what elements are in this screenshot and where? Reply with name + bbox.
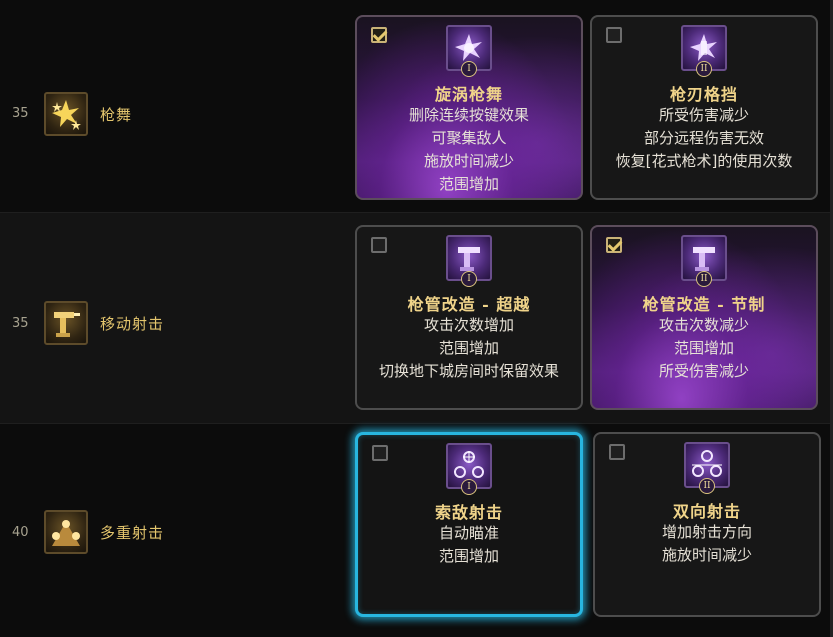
talent-card-seek-shot[interactable]: I 索敌射击 自动瞄准 范围增加: [355, 432, 583, 617]
tier-badge: I: [461, 61, 477, 77]
talent-title: 枪管改造 - 节制: [642, 295, 766, 314]
talent-desc-line: 恢复[花式枪术]的使用次数: [615, 152, 793, 170]
talent-card-gunblade-block[interactable]: II 枪刃格挡 所受伤害减少 部分远程伤害无效 恢复[花式枪术]的使用次数: [590, 15, 818, 200]
talent-description: 增加射击方向 施放时间减少: [601, 521, 813, 567]
talent-description: 攻击次数减少 范围增加 所受伤害减少: [598, 314, 810, 383]
talent-description: 所受伤害减少 部分远程伤害无效 恢复[花式枪术]的使用次数: [598, 104, 810, 173]
row-divider: [0, 423, 833, 424]
talent-desc-line: 范围增加: [438, 547, 499, 565]
talent-title: 枪刃格挡: [669, 85, 738, 104]
tier-badge: I: [461, 479, 477, 495]
seek-shot-icon: I: [446, 443, 492, 495]
tier-badge: II: [696, 61, 712, 77]
talent-desc-line: 范围增加: [673, 339, 734, 357]
talent-title: 旋涡枪舞: [434, 85, 503, 104]
talent-desc-line: 增加射击方向: [661, 523, 752, 541]
multi-shot-icon: [44, 510, 88, 554]
talent-card-whirlwind-gun-dance[interactable]: I 旋涡枪舞 删除连续按键效果 可聚集敌人 施放时间减少 范围增加: [355, 15, 583, 200]
talent-desc-line: 施放时间减少: [423, 152, 514, 170]
skill-level: 35: [12, 106, 29, 121]
skill-name: 移动射击: [100, 315, 165, 333]
talent-desc-line: 范围增加: [438, 339, 499, 357]
barrel-mod-restraint-icon: II: [681, 235, 727, 287]
tier-badge: II: [699, 478, 715, 494]
talent-checkbox[interactable]: [606, 27, 622, 43]
skill-level: 35: [12, 316, 29, 331]
talent-desc-line: 可聚集敌人: [431, 129, 507, 147]
tier-badge: I: [461, 271, 477, 287]
talent-desc-line: 攻击次数减少: [658, 316, 749, 334]
talent-title: 枪管改造 - 超越: [407, 295, 531, 314]
talent-card-bidirectional-shot[interactable]: II 双向射击 增加射击方向 施放时间减少: [593, 432, 821, 617]
bidirectional-shot-icon: II: [684, 442, 730, 494]
talent-desc-line: 攻击次数增加: [423, 316, 514, 334]
barrel-mod-surpass-icon: I: [446, 235, 492, 287]
talent-description: 攻击次数增加 范围增加 切换地下城房间时保留效果: [363, 314, 575, 383]
talent-desc-line: 删除连续按键效果: [408, 106, 529, 124]
gun-dance-icon: [44, 92, 88, 136]
tier-badge: II: [696, 271, 712, 287]
gunblade-block-icon: II: [681, 25, 727, 77]
talent-checkbox[interactable]: [371, 237, 387, 253]
talent-desc-line: 部分远程伤害无效: [643, 129, 764, 147]
talent-card-barrel-mod-restraint[interactable]: II 枪管改造 - 节制 攻击次数减少 范围增加 所受伤害减少: [590, 225, 818, 410]
talent-description: 删除连续按键效果 可聚集敌人 施放时间减少 范围增加: [363, 104, 575, 196]
talent-checkbox[interactable]: [371, 27, 387, 43]
moving-shot-icon: [44, 301, 88, 345]
talent-checkbox[interactable]: [609, 444, 625, 460]
row-divider: [0, 212, 833, 213]
talent-title: 双向射击: [672, 502, 741, 521]
talent-checkbox[interactable]: [606, 237, 622, 253]
talent-desc-line: 自动瞄准: [438, 524, 499, 542]
talent-desc-line: 所受伤害减少: [658, 362, 749, 380]
talent-card-barrel-mod-surpass[interactable]: I 枪管改造 - 超越 攻击次数增加 范围增加 切换地下城房间时保留效果: [355, 225, 583, 410]
talent-description: 自动瞄准 范围增加: [364, 522, 574, 568]
talent-desc-line: 切换地下城房间时保留效果: [378, 362, 559, 380]
talent-checkbox[interactable]: [372, 445, 388, 461]
whirlwind-gun-dance-icon: I: [446, 25, 492, 77]
talent-desc-line: 施放时间减少: [661, 546, 752, 564]
skill-level: 40: [12, 525, 29, 540]
skill-name: 枪舞: [100, 106, 133, 124]
talent-desc-line: 范围增加: [438, 175, 499, 193]
talent-title: 索敌射击: [434, 503, 503, 522]
skill-name: 多重射击: [100, 524, 165, 542]
talent-desc-line: 所受伤害减少: [658, 106, 749, 124]
